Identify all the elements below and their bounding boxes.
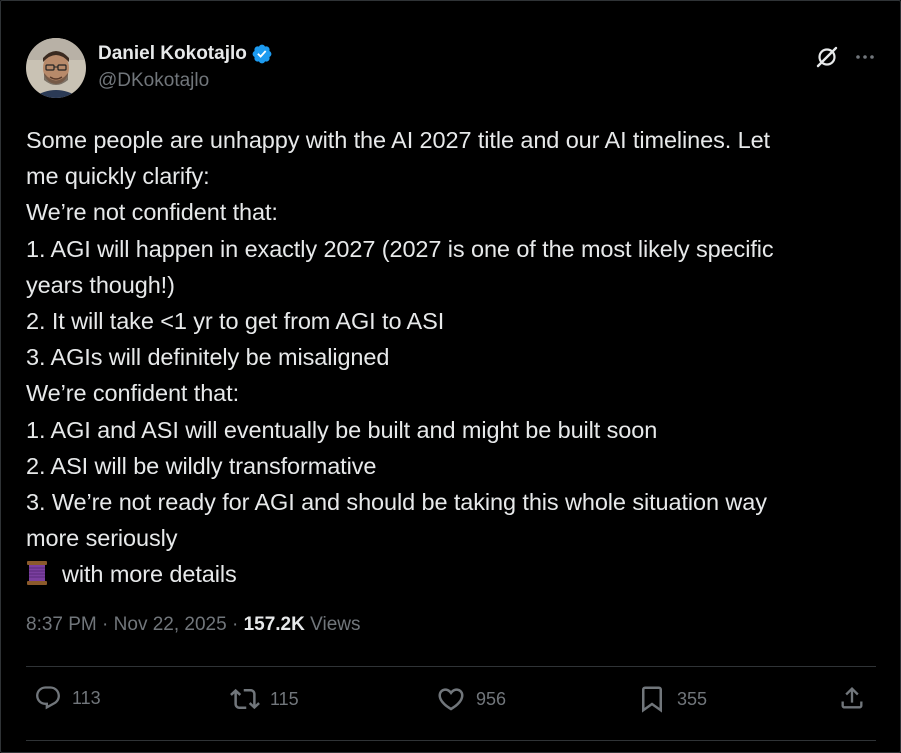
reply-count: 113: [72, 687, 101, 708]
grok-icon[interactable]: [814, 44, 840, 70]
tweet-line: We’re confident that:: [26, 380, 240, 407]
avatar[interactable]: [26, 38, 86, 98]
thread-spool-emoji-icon: [26, 560, 48, 586]
tweet-line: me quickly clarify:: [26, 163, 210, 190]
share-button[interactable]: [838, 684, 866, 712]
repost-button[interactable]: 115: [230, 684, 299, 714]
tweet-line: 1. AGI and ASI will eventually be built …: [26, 416, 658, 443]
like-icon: [438, 688, 464, 711]
verified-badge-icon: [251, 43, 273, 65]
tweet-line: We’re not confident that:: [26, 199, 278, 226]
share-icon: [841, 687, 863, 709]
tweet: Daniel Kokotajlo @DKokotajlo Some people…: [26, 38, 878, 741]
name-row: Daniel Kokotajlo: [98, 41, 273, 67]
tweet-date[interactable]: Nov 22, 2025: [114, 614, 227, 635]
tweet-time[interactable]: 8:37 PM: [26, 614, 97, 635]
reply-icon: [36, 686, 60, 710]
tweet-text: Some people are unhappy with the AI 2027…: [26, 122, 878, 592]
action-bar: 113 115 956 355: [34, 684, 876, 718]
reply-button[interactable]: 113: [34, 684, 101, 712]
divider: [26, 740, 876, 741]
bookmark-count: 355: [677, 688, 708, 709]
author-display-name[interactable]: Daniel Kokotajlo: [98, 43, 247, 65]
tweet-meta: 8:37 PM · Nov 22, 2025 · 157.2K Views: [26, 614, 360, 636]
tweet-line: 3. We’re not ready for AGI and should be…: [26, 488, 767, 515]
like-button[interactable]: 956: [436, 684, 506, 714]
repost-count: 115: [270, 688, 299, 709]
author-names: Daniel Kokotajlo @DKokotajlo: [98, 41, 273, 92]
author-handle[interactable]: @DKokotajlo: [98, 70, 273, 92]
tweet-line: 2. It will take <1 yr to get from AGI to…: [26, 307, 445, 334]
divider: [26, 666, 876, 667]
bookmark-icon: [642, 686, 662, 713]
header-actions: [814, 44, 876, 70]
tweet-line: years though!): [26, 271, 175, 298]
more-icon[interactable]: [854, 46, 876, 68]
tweet-line: 3. AGIs will definitely be misaligned: [26, 344, 390, 371]
tweet-line-last: with more details: [26, 556, 878, 592]
like-count: 956: [476, 688, 507, 709]
tweet-line: 1. AGI will happen in exactly 2027 (2027…: [26, 235, 774, 262]
tweet-line: 2. ASI will be wildly transformative: [26, 452, 377, 479]
bookmark-button[interactable]: 355: [637, 684, 707, 714]
meta-separator: ·: [226, 614, 244, 635]
views-count[interactable]: 157.2K: [244, 614, 305, 635]
tweet-line: more seriously: [26, 525, 178, 552]
repost-icon: [230, 688, 260, 710]
views-label: Views: [304, 614, 361, 635]
tweet-line: Some people are unhappy with the AI 2027…: [26, 127, 770, 153]
tweet-header: Daniel Kokotajlo @DKokotajlo: [26, 38, 878, 98]
meta-separator: ·: [96, 614, 114, 635]
tweet-last-line-text: with more details: [62, 561, 237, 588]
